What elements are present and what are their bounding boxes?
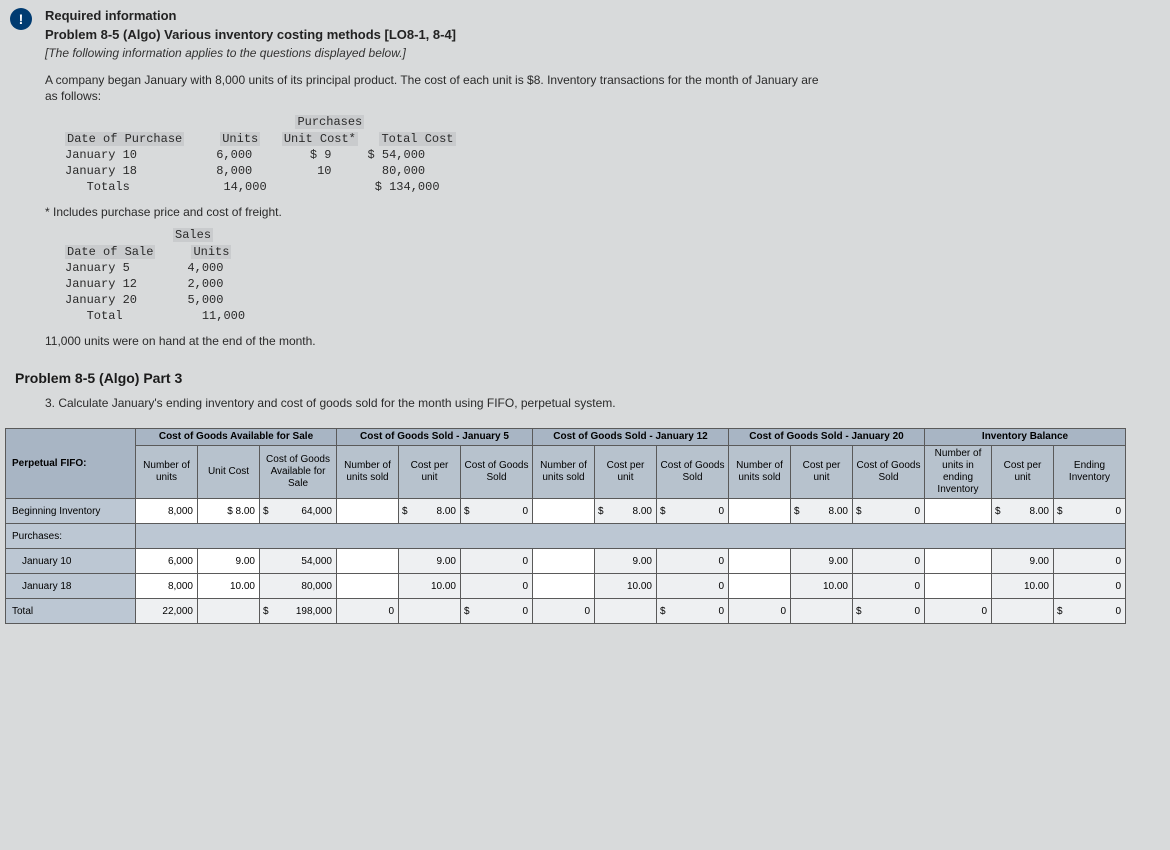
row-jan18-label: January 18 <box>6 574 136 599</box>
jan10-bal-cpu: 9.00 <box>992 549 1054 574</box>
total-units: 22,000 <box>136 599 198 624</box>
jan10-j12-units-input[interactable] <box>533 549 595 574</box>
freight-note: * Includes purchase price and cost of fr… <box>45 205 1158 219</box>
perpetual-fifo-header: Perpetual FIFO: <box>6 429 136 499</box>
section-avail: Cost of Goods Available for Sale <box>136 429 337 446</box>
jan10-j12-cpu: 9.00 <box>595 549 657 574</box>
instruction-text: 3. Calculate January's ending inventory … <box>45 396 1158 410</box>
jan10-j20-units-input[interactable] <box>729 549 791 574</box>
jan18-unitcost-input[interactable]: 10.00 <box>198 574 260 599</box>
total-j5-sold: 0 <box>337 599 399 624</box>
purchases-table: Purchases Date of Purchase Units Unit Co… <box>65 114 1158 195</box>
row-purchases-label: Purchases: <box>6 524 136 549</box>
table-row: Total 22,000 $198,000 0 $0 0 $0 0 $0 0 $… <box>6 599 1126 624</box>
total-j20-sold: 0 <box>729 599 791 624</box>
beg-j5-cogs: $0 <box>461 499 533 524</box>
table-row: January 10 6,000 9.00 54,000 9.00 0 9.00… <box>6 549 1126 574</box>
problem-title: Problem 8-5 (Algo) Various inventory cos… <box>45 27 1158 42</box>
jan10-bal-units-input[interactable] <box>925 549 992 574</box>
jan10-j20-cogs: 0 <box>853 549 925 574</box>
table-row: Number of units Unit Cost Cost of Goods … <box>6 446 1126 499</box>
beg-bal-inv: $0 <box>1054 499 1126 524</box>
total-j12-sold: 0 <box>533 599 595 624</box>
jan10-bal-inv: 0 <box>1054 549 1126 574</box>
jan18-j12-cogs: 0 <box>657 574 729 599</box>
beg-j5-units-input[interactable] <box>337 499 399 524</box>
row-total-label: Total <box>6 599 136 624</box>
jan10-j5-units-input[interactable] <box>337 549 399 574</box>
sales-table: Sales Date of Sale Units January 5 4,000… <box>65 227 1158 324</box>
beg-j12-cpu: $8.00 <box>595 499 657 524</box>
alert-icon: ! <box>10 8 32 30</box>
jan18-j12-cpu: 10.00 <box>595 574 657 599</box>
jan10-j5-cpu: 9.00 <box>399 549 461 574</box>
beg-j20-units-input[interactable] <box>729 499 791 524</box>
beg-avail-cell: $64,000 <box>260 499 337 524</box>
jan18-j5-cogs: 0 <box>461 574 533 599</box>
table-row: Purchases: <box>6 524 1126 549</box>
total-bal-units: 0 <box>925 599 992 624</box>
jan18-j12-units-input[interactable] <box>533 574 595 599</box>
jan18-avail: 80,000 <box>260 574 337 599</box>
jan10-avail: 54,000 <box>260 549 337 574</box>
intro-paragraph: A company began January with 8,000 units… <box>45 72 825 104</box>
total-avail: $198,000 <box>260 599 337 624</box>
beg-j12-cogs: $0 <box>657 499 729 524</box>
beg-j20-cpu: $8.00 <box>791 499 853 524</box>
jan18-bal-cpu: 10.00 <box>992 574 1054 599</box>
beg-units-input[interactable]: 8,000 <box>136 499 198 524</box>
section-cogs12: Cost of Goods Sold - January 12 <box>533 429 729 446</box>
table-row: Beginning Inventory 8,000 $ 8.00 $64,000… <box>6 499 1126 524</box>
section-cogs5: Cost of Goods Sold - January 5 <box>337 429 533 446</box>
jan18-j5-cpu: 10.00 <box>399 574 461 599</box>
required-info-heading: Required information <box>45 8 1158 23</box>
jan18-j20-units-input[interactable] <box>729 574 791 599</box>
beg-j5-cpu: $8.00 <box>399 499 461 524</box>
answer-table: Perpetual FIFO: Cost of Goods Available … <box>5 428 1126 624</box>
total-j12-cogs: $0 <box>657 599 729 624</box>
jan18-j5-units-input[interactable] <box>337 574 399 599</box>
row-beginning-label: Beginning Inventory <box>6 499 136 524</box>
jan10-j12-cogs: 0 <box>657 549 729 574</box>
total-bal-inv: $0 <box>1054 599 1126 624</box>
beg-j12-units-input[interactable] <box>533 499 595 524</box>
jan18-j20-cogs: 0 <box>853 574 925 599</box>
row-jan10-label: January 10 <box>6 549 136 574</box>
beg-j20-cogs: $0 <box>853 499 925 524</box>
applies-note: [The following information applies to th… <box>45 46 1158 60</box>
table-row: January 18 8,000 10.00 80,000 10.00 0 10… <box>6 574 1126 599</box>
total-j20-cogs: $0 <box>853 599 925 624</box>
jan18-units-input[interactable]: 8,000 <box>136 574 198 599</box>
jan18-bal-inv: 0 <box>1054 574 1126 599</box>
jan10-j5-cogs: 0 <box>461 549 533 574</box>
table-row: Perpetual FIFO: Cost of Goods Available … <box>6 429 1126 446</box>
onhand-note: 11,000 units were on hand at the end of … <box>45 334 1158 348</box>
jan10-unitcost-input[interactable]: 9.00 <box>198 549 260 574</box>
jan18-bal-units-input[interactable] <box>925 574 992 599</box>
jan10-units-input[interactable]: 6,000 <box>136 549 198 574</box>
jan18-j20-cpu: 10.00 <box>791 574 853 599</box>
jan10-j20-cpu: 9.00 <box>791 549 853 574</box>
total-j5-cogs: $0 <box>461 599 533 624</box>
beg-bal-units-input[interactable] <box>925 499 992 524</box>
section-cogs20: Cost of Goods Sold - January 20 <box>729 429 925 446</box>
beg-unitcost-input[interactable]: $ 8.00 <box>198 499 260 524</box>
part-heading: Problem 8-5 (Algo) Part 3 <box>15 370 1158 386</box>
section-balance: Inventory Balance <box>925 429 1126 446</box>
beg-bal-cpu: $8.00 <box>992 499 1054 524</box>
